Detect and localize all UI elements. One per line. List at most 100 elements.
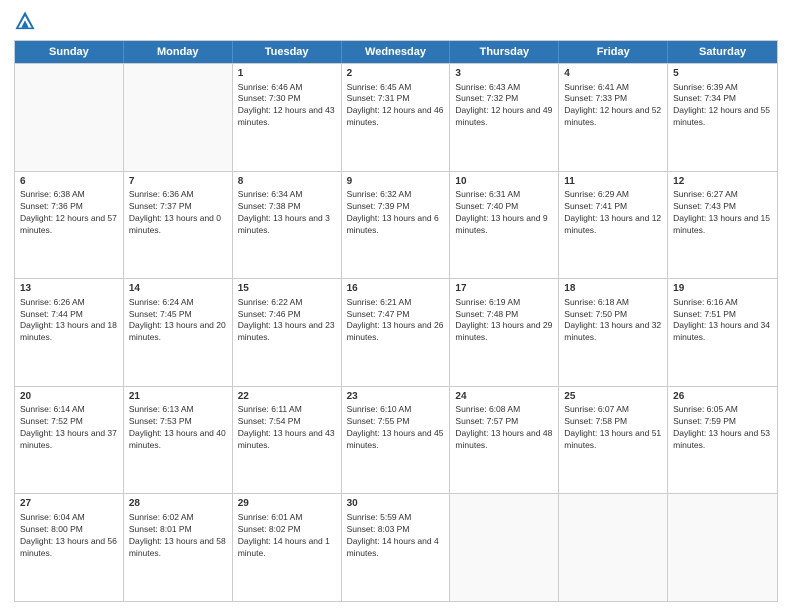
day-cell-9: 9Sunrise: 6:32 AM Sunset: 7:39 PM Daylig… [342, 172, 451, 279]
day-cell-4: 4Sunrise: 6:41 AM Sunset: 7:33 PM Daylig… [559, 64, 668, 171]
day-info: Sunrise: 6:07 AM Sunset: 7:58 PM Dayligh… [564, 404, 662, 452]
day-number: 8 [238, 175, 336, 189]
day-cell-8: 8Sunrise: 6:34 AM Sunset: 7:38 PM Daylig… [233, 172, 342, 279]
day-number: 19 [673, 282, 772, 296]
page: SundayMondayTuesdayWednesdayThursdayFrid… [0, 0, 792, 612]
empty-cell [668, 494, 777, 601]
day-cell-18: 18Sunrise: 6:18 AM Sunset: 7:50 PM Dayli… [559, 279, 668, 386]
day-number: 12 [673, 175, 772, 189]
day-info: Sunrise: 6:16 AM Sunset: 7:51 PM Dayligh… [673, 297, 772, 345]
day-number: 24 [455, 390, 553, 404]
day-info: Sunrise: 6:31 AM Sunset: 7:40 PM Dayligh… [455, 189, 553, 237]
calendar-row-4: 20Sunrise: 6:14 AM Sunset: 7:52 PM Dayli… [15, 386, 777, 494]
calendar-row-2: 6Sunrise: 6:38 AM Sunset: 7:36 PM Daylig… [15, 171, 777, 279]
day-number: 10 [455, 175, 553, 189]
day-number: 25 [564, 390, 662, 404]
day-number: 6 [20, 175, 118, 189]
day-cell-27: 27Sunrise: 6:04 AM Sunset: 8:00 PM Dayli… [15, 494, 124, 601]
day-cell-13: 13Sunrise: 6:26 AM Sunset: 7:44 PM Dayli… [15, 279, 124, 386]
header [14, 10, 778, 32]
calendar-body: 1Sunrise: 6:46 AM Sunset: 7:30 PM Daylig… [15, 63, 777, 601]
day-info: Sunrise: 6:34 AM Sunset: 7:38 PM Dayligh… [238, 189, 336, 237]
day-info: Sunrise: 6:39 AM Sunset: 7:34 PM Dayligh… [673, 82, 772, 130]
day-info: Sunrise: 6:43 AM Sunset: 7:32 PM Dayligh… [455, 82, 553, 130]
empty-cell [450, 494, 559, 601]
day-of-week-saturday: Saturday [668, 41, 777, 63]
day-info: Sunrise: 6:11 AM Sunset: 7:54 PM Dayligh… [238, 404, 336, 452]
day-number: 3 [455, 67, 553, 81]
day-number: 17 [455, 282, 553, 296]
day-number: 20 [20, 390, 118, 404]
day-info: Sunrise: 6:13 AM Sunset: 7:53 PM Dayligh… [129, 404, 227, 452]
day-cell-3: 3Sunrise: 6:43 AM Sunset: 7:32 PM Daylig… [450, 64, 559, 171]
calendar-row-3: 13Sunrise: 6:26 AM Sunset: 7:44 PM Dayli… [15, 278, 777, 386]
day-info: Sunrise: 6:32 AM Sunset: 7:39 PM Dayligh… [347, 189, 445, 237]
day-info: Sunrise: 6:26 AM Sunset: 7:44 PM Dayligh… [20, 297, 118, 345]
day-info: Sunrise: 6:41 AM Sunset: 7:33 PM Dayligh… [564, 82, 662, 130]
day-info: Sunrise: 6:24 AM Sunset: 7:45 PM Dayligh… [129, 297, 227, 345]
day-of-week-thursday: Thursday [450, 41, 559, 63]
day-number: 15 [238, 282, 336, 296]
day-info: Sunrise: 5:59 AM Sunset: 8:03 PM Dayligh… [347, 512, 445, 560]
day-info: Sunrise: 6:46 AM Sunset: 7:30 PM Dayligh… [238, 82, 336, 130]
day-cell-21: 21Sunrise: 6:13 AM Sunset: 7:53 PM Dayli… [124, 387, 233, 494]
day-number: 5 [673, 67, 772, 81]
day-info: Sunrise: 6:04 AM Sunset: 8:00 PM Dayligh… [20, 512, 118, 560]
day-number: 16 [347, 282, 445, 296]
day-cell-17: 17Sunrise: 6:19 AM Sunset: 7:48 PM Dayli… [450, 279, 559, 386]
day-cell-30: 30Sunrise: 5:59 AM Sunset: 8:03 PM Dayli… [342, 494, 451, 601]
day-of-week-wednesday: Wednesday [342, 41, 451, 63]
day-cell-14: 14Sunrise: 6:24 AM Sunset: 7:45 PM Dayli… [124, 279, 233, 386]
day-number: 1 [238, 67, 336, 81]
day-of-week-sunday: Sunday [15, 41, 124, 63]
day-cell-12: 12Sunrise: 6:27 AM Sunset: 7:43 PM Dayli… [668, 172, 777, 279]
day-info: Sunrise: 6:14 AM Sunset: 7:52 PM Dayligh… [20, 404, 118, 452]
calendar: SundayMondayTuesdayWednesdayThursdayFrid… [14, 40, 778, 602]
day-cell-26: 26Sunrise: 6:05 AM Sunset: 7:59 PM Dayli… [668, 387, 777, 494]
day-of-week-tuesday: Tuesday [233, 41, 342, 63]
day-info: Sunrise: 6:10 AM Sunset: 7:55 PM Dayligh… [347, 404, 445, 452]
day-number: 9 [347, 175, 445, 189]
day-cell-15: 15Sunrise: 6:22 AM Sunset: 7:46 PM Dayli… [233, 279, 342, 386]
day-cell-16: 16Sunrise: 6:21 AM Sunset: 7:47 PM Dayli… [342, 279, 451, 386]
day-info: Sunrise: 6:08 AM Sunset: 7:57 PM Dayligh… [455, 404, 553, 452]
day-cell-23: 23Sunrise: 6:10 AM Sunset: 7:55 PM Dayli… [342, 387, 451, 494]
day-cell-11: 11Sunrise: 6:29 AM Sunset: 7:41 PM Dayli… [559, 172, 668, 279]
day-info: Sunrise: 6:38 AM Sunset: 7:36 PM Dayligh… [20, 189, 118, 237]
day-cell-1: 1Sunrise: 6:46 AM Sunset: 7:30 PM Daylig… [233, 64, 342, 171]
day-cell-24: 24Sunrise: 6:08 AM Sunset: 7:57 PM Dayli… [450, 387, 559, 494]
day-info: Sunrise: 6:05 AM Sunset: 7:59 PM Dayligh… [673, 404, 772, 452]
day-number: 29 [238, 497, 336, 511]
empty-cell [559, 494, 668, 601]
calendar-header: SundayMondayTuesdayWednesdayThursdayFrid… [15, 41, 777, 63]
day-number: 30 [347, 497, 445, 511]
empty-cell [124, 64, 233, 171]
day-number: 21 [129, 390, 227, 404]
day-number: 18 [564, 282, 662, 296]
day-cell-25: 25Sunrise: 6:07 AM Sunset: 7:58 PM Dayli… [559, 387, 668, 494]
day-cell-2: 2Sunrise: 6:45 AM Sunset: 7:31 PM Daylig… [342, 64, 451, 171]
calendar-row-5: 27Sunrise: 6:04 AM Sunset: 8:00 PM Dayli… [15, 493, 777, 601]
day-number: 13 [20, 282, 118, 296]
day-cell-19: 19Sunrise: 6:16 AM Sunset: 7:51 PM Dayli… [668, 279, 777, 386]
day-of-week-friday: Friday [559, 41, 668, 63]
day-cell-22: 22Sunrise: 6:11 AM Sunset: 7:54 PM Dayli… [233, 387, 342, 494]
day-number: 2 [347, 67, 445, 81]
day-number: 14 [129, 282, 227, 296]
day-cell-7: 7Sunrise: 6:36 AM Sunset: 7:37 PM Daylig… [124, 172, 233, 279]
day-cell-5: 5Sunrise: 6:39 AM Sunset: 7:34 PM Daylig… [668, 64, 777, 171]
day-info: Sunrise: 6:36 AM Sunset: 7:37 PM Dayligh… [129, 189, 227, 237]
day-info: Sunrise: 6:27 AM Sunset: 7:43 PM Dayligh… [673, 189, 772, 237]
day-number: 28 [129, 497, 227, 511]
day-number: 4 [564, 67, 662, 81]
day-info: Sunrise: 6:19 AM Sunset: 7:48 PM Dayligh… [455, 297, 553, 345]
logo [14, 10, 40, 32]
day-number: 22 [238, 390, 336, 404]
day-info: Sunrise: 6:01 AM Sunset: 8:02 PM Dayligh… [238, 512, 336, 560]
day-info: Sunrise: 6:45 AM Sunset: 7:31 PM Dayligh… [347, 82, 445, 130]
day-cell-20: 20Sunrise: 6:14 AM Sunset: 7:52 PM Dayli… [15, 387, 124, 494]
day-number: 26 [673, 390, 772, 404]
day-number: 27 [20, 497, 118, 511]
day-of-week-monday: Monday [124, 41, 233, 63]
calendar-row-1: 1Sunrise: 6:46 AM Sunset: 7:30 PM Daylig… [15, 63, 777, 171]
